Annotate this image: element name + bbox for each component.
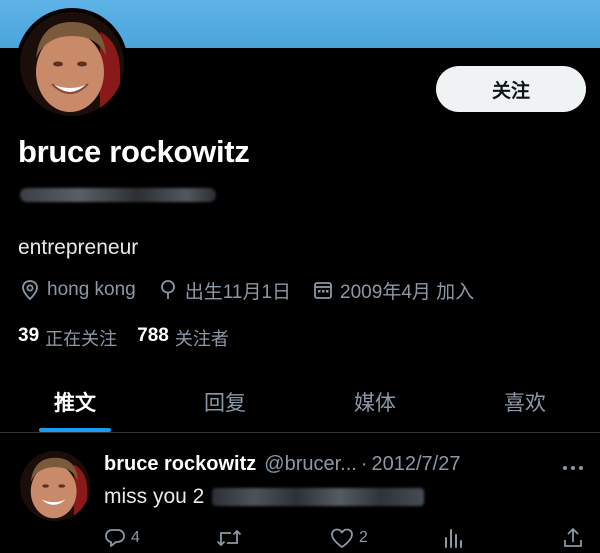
profile-display-name: bruce rockowitz [18,134,250,169]
avatar-photo [20,451,90,521]
tweet-actions: 4 2 [104,527,590,551]
profile-bio: entrepreneur [18,236,139,259]
following-label[interactable]: 正在关注 [45,325,117,351]
profile-joined: 2009年4月 加入 [313,277,474,304]
tweet-text-redacted [212,488,425,506]
reply-icon [105,529,125,547]
profile-birthday: 出生11月1日 [158,277,291,304]
reply-button[interactable]: 4 [104,527,140,549]
tweet-separator: · [360,453,368,475]
follow-button[interactable]: 关注 [436,66,586,112]
profile-meta: hong kong 出生11月1日 2009年4月 加入 [20,277,496,303]
profile-handle-redacted [20,185,216,205]
share-button[interactable] [562,527,584,549]
location-text: hong kong [47,279,136,300]
tab-media[interactable]: 媒体 [300,372,450,432]
views-button[interactable] [442,527,464,549]
retweet-button[interactable] [216,527,242,549]
followers-label[interactable]: 关注者 [175,325,229,351]
more-icon-glyph [563,466,583,470]
tweet-author-name[interactable]: bruce rockowitz [104,453,256,476]
tweet-text-visible: miss you 2 [104,485,205,508]
birthday-text: 出生11月1日 [184,281,292,303]
tweet-text: miss you 2 [104,485,425,509]
tweet-author-handle[interactable]: @brucer... [264,453,357,476]
profile-counts: 39 正在关注 788 关注者 [18,325,249,351]
views-icon [445,529,462,548]
reply-count: 4 [131,529,140,546]
like-button[interactable]: 2 [330,527,368,549]
tab-likes[interactable]: 喜欢 [450,372,600,432]
like-count: 2 [359,529,368,546]
tab-posts[interactable]: 推文 [0,372,150,432]
share-icon [564,528,582,547]
tweet-header: bruce rockowitz @brucer... · 2012/7/27 [104,453,460,476]
profile-avatar[interactable] [16,8,128,120]
tweet-date[interactable]: 2012/7/27 [372,453,461,476]
like-icon [331,528,353,548]
profile-location: hong kong [20,279,136,301]
profile-tabs: 推文 回复 媒体 喜欢 [0,372,600,433]
following-count[interactable]: 39 [18,325,39,351]
more-icon[interactable] [562,455,584,476]
calendar-icon [314,282,332,299]
tweet-item[interactable]: bruce rockowitz @brucer... · 2012/7/27 m… [0,433,600,553]
followers-count[interactable]: 788 [137,325,169,351]
retweet-icon [216,529,242,547]
location-icon [22,280,38,301]
birthday-icon [160,280,175,299]
joined-text: 2009年4月 加入 [340,281,475,303]
avatar-photo [20,12,124,116]
tab-replies[interactable]: 回复 [150,372,300,432]
tweet-avatar[interactable] [20,451,90,521]
